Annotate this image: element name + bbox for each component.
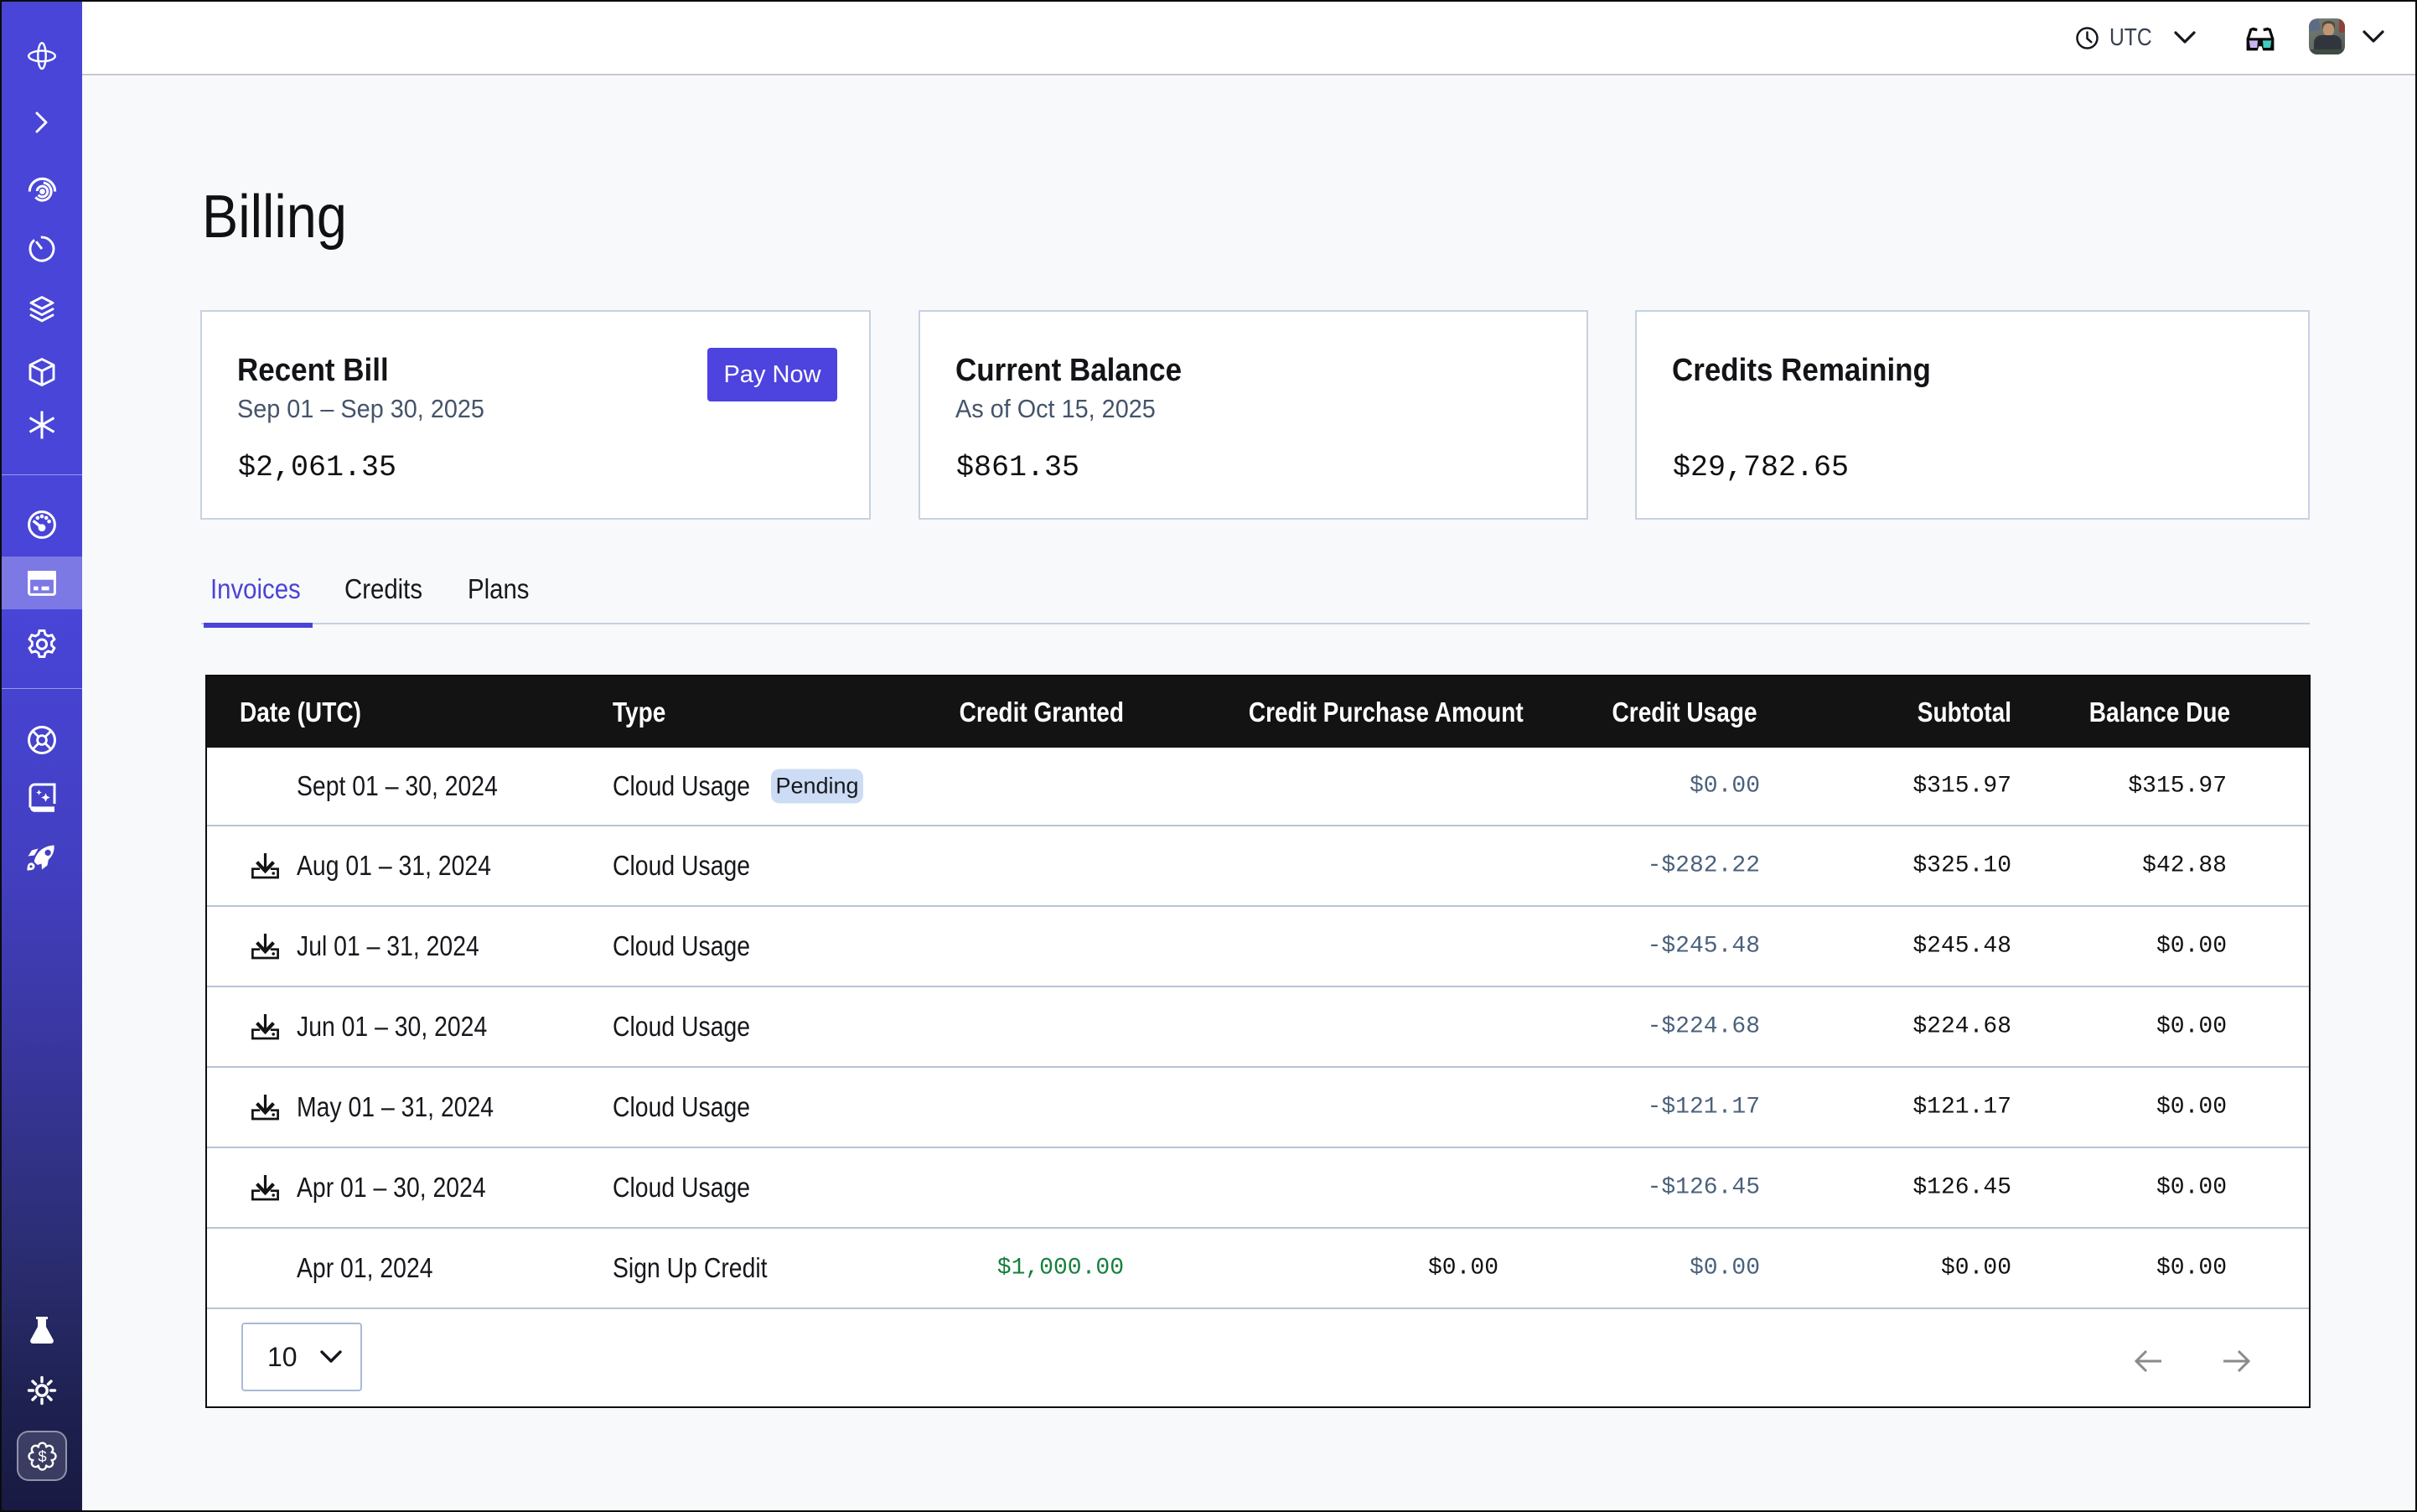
svg-text:$: $ [38, 1447, 46, 1465]
